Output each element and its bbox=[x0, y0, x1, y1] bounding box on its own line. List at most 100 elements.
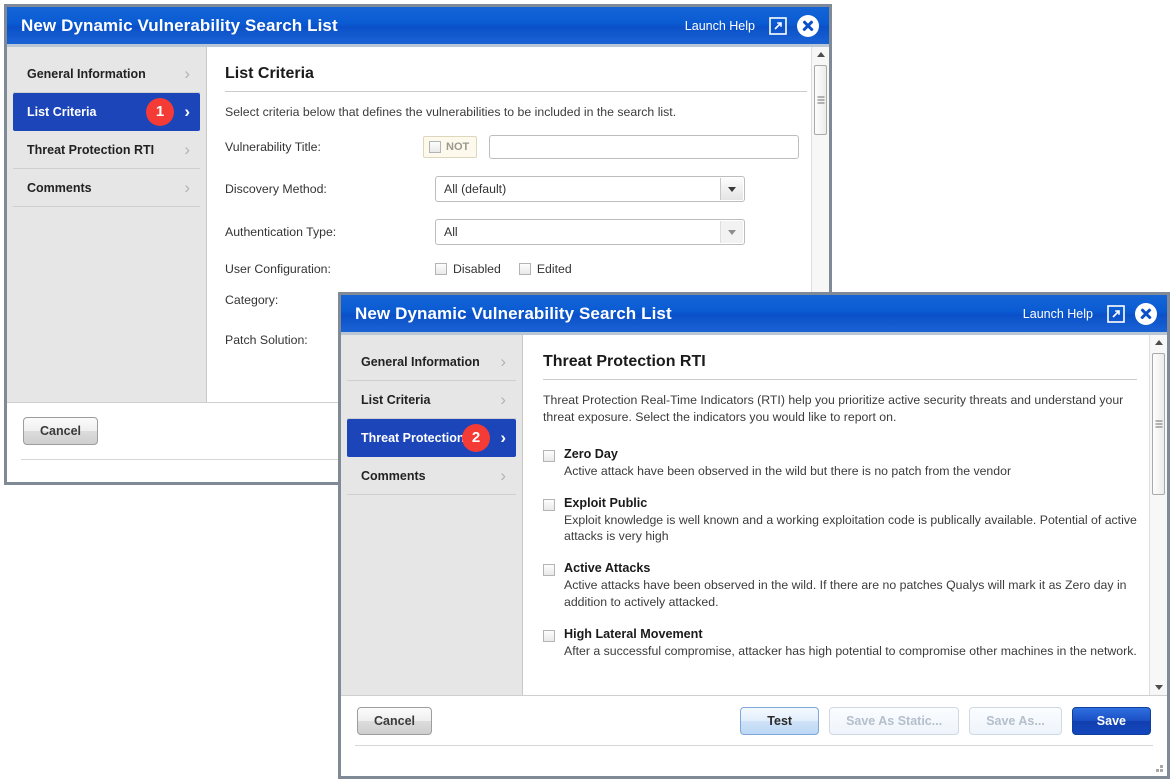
rti-description: After a successful compromise, attacker … bbox=[564, 643, 1137, 660]
rti-item-exploit-public[interactable]: Exploit Public Exploit knowledge is well… bbox=[543, 496, 1137, 545]
sidebar-item-list-criteria[interactable]: List Criteria 1 › bbox=[13, 93, 200, 131]
vulnerability-title-label: Vulnerability Title: bbox=[225, 140, 423, 154]
step-badge: 1 bbox=[146, 98, 174, 126]
sidebar-item-label: List Criteria bbox=[361, 393, 430, 407]
chevron-down-icon[interactable] bbox=[720, 221, 743, 243]
authentication-type-select[interactable]: All bbox=[435, 219, 745, 245]
rti-name: Zero Day bbox=[564, 447, 1011, 461]
rti-description: Exploit knowledge is well known and a wo… bbox=[564, 512, 1137, 545]
user-configuration-label: User Configuration: bbox=[225, 262, 423, 276]
vulnerability-title-input[interactable] bbox=[489, 135, 799, 159]
chevron-down-icon[interactable] bbox=[720, 178, 743, 200]
close-icon[interactable] bbox=[797, 15, 819, 37]
sidebar-item-general-information[interactable]: General Information › bbox=[347, 343, 516, 381]
scrollbar-thumb[interactable] bbox=[1152, 353, 1165, 495]
authentication-type-value: All bbox=[436, 225, 458, 239]
chevron-right-icon: › bbox=[184, 65, 190, 82]
dialog2-vertical-scrollbar[interactable] bbox=[1149, 335, 1167, 695]
dialog1-title: New Dynamic Vulnerability Search List bbox=[21, 16, 685, 36]
rti-description: Active attacks have been observed in the… bbox=[564, 577, 1137, 610]
cancel-button[interactable]: Cancel bbox=[23, 417, 98, 445]
sidebar-item-comments[interactable]: Comments › bbox=[347, 457, 516, 495]
chevron-right-icon: › bbox=[184, 141, 190, 158]
rti-item-zero-day[interactable]: Zero Day Active attack have been observe… bbox=[543, 447, 1137, 480]
panel-description: Select criteria below that defines the v… bbox=[225, 104, 807, 121]
discovery-method-select[interactable]: All (default) bbox=[435, 176, 745, 202]
dialog2-footer: Cancel Test Save As Static... Save As...… bbox=[341, 695, 1167, 745]
panel-divider bbox=[543, 379, 1137, 380]
not-checkbox[interactable] bbox=[429, 141, 441, 153]
sidebar-item-threat-protection-rti[interactable]: Threat Protection RTI › bbox=[13, 131, 200, 169]
sidebar-item-general-information[interactable]: General Information › bbox=[13, 55, 200, 93]
dialog1-titlebar: New Dynamic Vulnerability Search List La… bbox=[7, 7, 829, 47]
chevron-right-icon: › bbox=[500, 467, 506, 484]
close-icon[interactable] bbox=[1135, 303, 1157, 325]
chevron-right-icon: › bbox=[184, 179, 190, 196]
checkbox-box[interactable] bbox=[435, 263, 447, 275]
user-config-disabled-checkbox[interactable]: Disabled bbox=[435, 262, 501, 276]
checkbox-box[interactable] bbox=[519, 263, 531, 275]
save-as-button: Save As... bbox=[969, 707, 1062, 735]
sidebar-item-comments[interactable]: Comments › bbox=[13, 169, 200, 207]
scroll-down-arrow[interactable] bbox=[1150, 680, 1167, 695]
user-config-disabled-label: Disabled bbox=[453, 262, 501, 276]
rti-checkbox[interactable] bbox=[543, 499, 555, 511]
rti-name: Active Attacks bbox=[564, 561, 1137, 575]
sidebar-item-list-criteria[interactable]: List Criteria › bbox=[347, 381, 516, 419]
chevron-right-icon: › bbox=[500, 429, 506, 446]
row-discovery-method: Discovery Method: All (default) bbox=[225, 176, 807, 202]
row-vulnerability-title: Vulnerability Title: NOT bbox=[225, 135, 807, 159]
rti-item-active-attacks[interactable]: Active Attacks Active attacks have been … bbox=[543, 561, 1137, 610]
chevron-right-icon: › bbox=[184, 103, 190, 120]
scrollbar-grip-icon bbox=[1155, 421, 1162, 428]
authentication-type-label: Authentication Type: bbox=[225, 225, 423, 239]
panel-title: Threat Protection RTI bbox=[543, 353, 1137, 371]
dialog2-body: General Information › List Criteria › Th… bbox=[341, 335, 1167, 695]
panel-divider bbox=[225, 91, 807, 92]
sidebar-item-label: General Information bbox=[27, 67, 146, 81]
scrollbar-thumb[interactable] bbox=[814, 65, 827, 135]
not-label: NOT bbox=[446, 141, 469, 153]
launch-help-link[interactable]: Launch Help bbox=[1023, 307, 1093, 321]
row-user-configuration: User Configuration: Disabled Edited bbox=[225, 262, 807, 276]
dialog2-sidebar: General Information › List Criteria › Th… bbox=[341, 335, 523, 695]
dialog2-title: New Dynamic Vulnerability Search List bbox=[355, 304, 1023, 324]
scroll-up-arrow[interactable] bbox=[1150, 335, 1167, 350]
step-badge: 2 bbox=[462, 424, 490, 452]
not-toggle[interactable]: NOT bbox=[423, 136, 477, 158]
test-button[interactable]: Test bbox=[740, 707, 819, 735]
dialog2-titlebar: New Dynamic Vulnerability Search List La… bbox=[341, 295, 1167, 335]
cancel-button[interactable]: Cancel bbox=[357, 707, 432, 735]
sidebar-item-label: Comments bbox=[27, 181, 92, 195]
sidebar-item-label: Threat Protection RTI bbox=[27, 143, 154, 157]
rti-checkbox[interactable] bbox=[543, 630, 555, 642]
popout-icon[interactable] bbox=[769, 17, 787, 35]
discovery-method-value: All (default) bbox=[436, 182, 506, 196]
row-authentication-type: Authentication Type: All bbox=[225, 219, 807, 245]
sidebar-item-label: General Information bbox=[361, 355, 480, 369]
popout-icon[interactable] bbox=[1107, 305, 1125, 323]
launch-help-link[interactable]: Launch Help bbox=[685, 19, 755, 33]
resize-grip-icon[interactable] bbox=[1153, 762, 1163, 772]
save-as-static-button: Save As Static... bbox=[829, 707, 959, 735]
rti-description: Active attack have been observed in the … bbox=[564, 463, 1011, 480]
sidebar-item-threat-protection-rti[interactable]: Threat Protection RTI 2 › bbox=[347, 419, 516, 457]
user-config-edited-label: Edited bbox=[537, 262, 572, 276]
dialog2-content: Threat Protection RTI Threat Protection … bbox=[523, 335, 1167, 695]
scroll-up-arrow[interactable] bbox=[812, 47, 829, 62]
panel-description: Threat Protection Real-Time Indicators (… bbox=[543, 392, 1137, 427]
discovery-method-label: Discovery Method: bbox=[225, 182, 423, 196]
rti-item-high-lateral-movement[interactable]: High Lateral Movement After a successful… bbox=[543, 627, 1137, 660]
rti-checkbox[interactable] bbox=[543, 450, 555, 462]
rti-checkbox[interactable] bbox=[543, 564, 555, 576]
chevron-right-icon: › bbox=[500, 391, 506, 408]
dialog1-sidebar: General Information › List Criteria 1 › … bbox=[7, 47, 207, 402]
scrollbar-grip-icon bbox=[817, 97, 824, 104]
dialog2-footer-divider bbox=[355, 745, 1153, 746]
rti-name: High Lateral Movement bbox=[564, 627, 1137, 641]
user-config-edited-checkbox[interactable]: Edited bbox=[519, 262, 572, 276]
rti-name: Exploit Public bbox=[564, 496, 1137, 510]
save-button[interactable]: Save bbox=[1072, 707, 1151, 735]
chevron-right-icon: › bbox=[500, 353, 506, 370]
dialog-threat-protection-rti: New Dynamic Vulnerability Search List La… bbox=[338, 292, 1170, 779]
